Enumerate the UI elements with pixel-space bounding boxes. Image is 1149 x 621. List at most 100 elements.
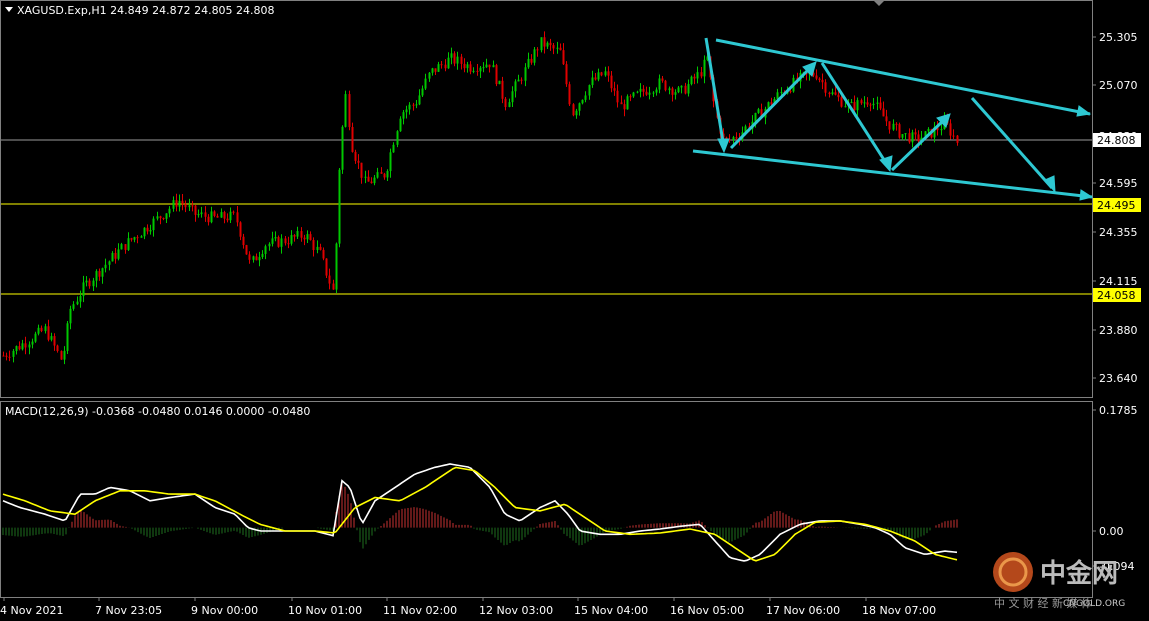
candle-body <box>159 216 162 219</box>
candle-body <box>485 64 488 68</box>
candle-body <box>645 91 648 95</box>
time-tick-label: 18 Nov 07:00 <box>862 604 936 617</box>
candle-body <box>389 152 392 172</box>
candle-body <box>162 218 165 220</box>
candle-body <box>322 249 325 259</box>
candle-body <box>2 355 5 357</box>
candle-body <box>175 200 178 207</box>
candle-body <box>383 173 386 178</box>
time-tick-label: 17 Nov 06:00 <box>766 604 840 617</box>
candle-body <box>408 104 411 110</box>
candle-body <box>623 104 626 110</box>
candle-body <box>584 95 587 100</box>
candle-body <box>684 85 687 94</box>
candle-body <box>271 238 274 244</box>
candle-body <box>341 126 344 170</box>
macd-title: MACD(12,26,9) -0.0368 -0.0480 0.0146 0.0… <box>5 405 310 418</box>
candle-body <box>399 118 402 132</box>
price-badge-support-2-label: 24.058 <box>1097 289 1136 302</box>
candle-body <box>677 87 680 93</box>
price-tick-label: 23.640 <box>1099 372 1138 385</box>
candle-body <box>482 67 485 69</box>
candle-body <box>207 216 210 223</box>
candle-body <box>479 67 482 72</box>
candle-body <box>508 102 511 107</box>
candle-body <box>616 90 619 103</box>
candle-body <box>632 92 635 97</box>
candle-body <box>386 171 389 178</box>
candle-body <box>687 84 690 94</box>
candle-body <box>53 336 56 346</box>
macd-tick-label: 0.00 <box>1099 525 1124 538</box>
candle-body <box>364 176 367 178</box>
candle-body <box>200 212 203 215</box>
candle-body <box>940 129 943 131</box>
candle-body <box>236 212 239 223</box>
candle-body <box>876 102 879 104</box>
candle-body <box>863 102 866 104</box>
candle-body <box>888 121 891 130</box>
candle-body <box>456 56 459 64</box>
price-tick-label: 24.595 <box>1099 177 1138 190</box>
candle-body <box>866 102 869 105</box>
candle-body <box>104 264 107 269</box>
candle-body <box>284 238 287 244</box>
candle-body <box>517 79 520 82</box>
candle-body <box>303 237 306 240</box>
price-tick-label: 24.115 <box>1099 275 1138 288</box>
candle-body <box>549 42 552 46</box>
candle-body <box>79 296 82 302</box>
candle-body <box>242 236 245 246</box>
candle-body <box>95 271 98 281</box>
candle-body <box>901 134 904 138</box>
price-tick: 23.640 <box>1092 372 1138 385</box>
candle-body <box>652 92 655 94</box>
candle-body <box>140 236 143 238</box>
candle-body <box>8 356 11 358</box>
price-tick: 25.305 <box>1092 31 1138 44</box>
candle-body <box>18 346 21 350</box>
candle-body <box>565 64 568 85</box>
candle-body <box>287 243 290 245</box>
candle-body <box>357 160 360 163</box>
candle-body <box>146 227 149 232</box>
candle-body <box>245 245 248 255</box>
candle-body <box>908 133 911 143</box>
candle-body <box>226 218 229 221</box>
candle-body <box>56 345 59 352</box>
candle-body <box>178 200 181 207</box>
candle-body <box>568 84 571 105</box>
candle-body <box>501 80 504 99</box>
candle-body <box>680 85 683 88</box>
candle-body <box>818 78 821 80</box>
candle-body <box>591 77 594 86</box>
candle-body <box>882 108 885 117</box>
candle-body <box>213 211 216 216</box>
candle-body <box>860 100 863 104</box>
candle-body <box>24 343 27 348</box>
candle-body <box>82 282 85 297</box>
candle-body <box>392 144 395 153</box>
candle-body <box>15 346 18 351</box>
candle-body <box>834 92 837 95</box>
candle-body <box>872 103 875 106</box>
time-tick-label: 9 Nov 00:00 <box>191 604 258 617</box>
candle-body <box>300 231 303 238</box>
candle-body <box>661 78 664 81</box>
candle-body <box>188 205 191 208</box>
candle-body <box>898 124 901 138</box>
candle-body <box>629 96 632 98</box>
candle-body <box>309 234 312 241</box>
candle-body <box>917 134 920 142</box>
candle-body <box>232 211 235 213</box>
candle-body <box>536 49 539 51</box>
candle-body <box>850 102 853 104</box>
candle-body <box>37 327 40 334</box>
candle-body <box>732 137 735 140</box>
candle-body <box>824 82 827 93</box>
candle-body <box>562 50 565 65</box>
candle-body <box>444 64 447 69</box>
candle-body <box>597 72 600 80</box>
candle-body <box>828 92 831 95</box>
candle-body <box>869 104 872 106</box>
